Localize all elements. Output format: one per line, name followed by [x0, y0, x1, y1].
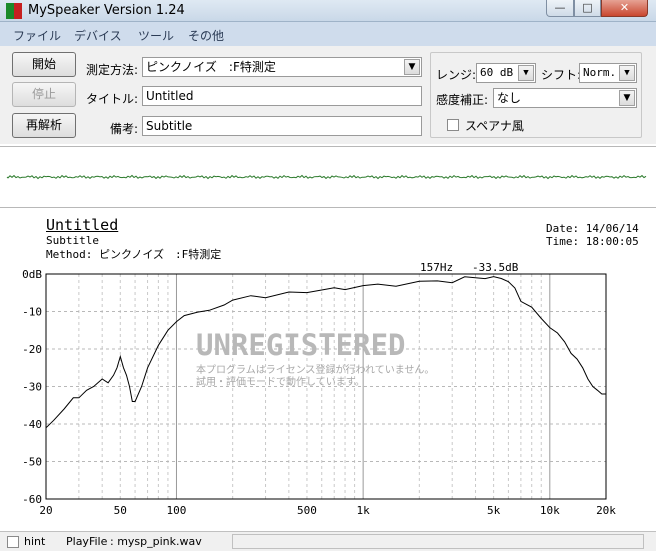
options-group: レンジ: 60 dB ▼ シフト: Norm. ▼ 感度補正: なし ▼ スペア…	[430, 52, 642, 138]
x-tick-label: 500	[297, 504, 317, 517]
method-value: ピンクノイズ :F特測定	[146, 60, 276, 74]
method-select[interactable]: ピンクノイズ :F特測定 ▼	[142, 57, 422, 77]
y-tick-label: -40	[22, 418, 42, 431]
maximize-button[interactable]: □	[574, 0, 601, 17]
note-input[interactable]: Subtitle	[142, 116, 422, 136]
method-label: 測定方法:	[85, 63, 138, 77]
range-select[interactable]: 60 dB ▼	[476, 63, 536, 83]
waveform-view	[0, 146, 656, 208]
sensitivity-label: 感度補正:	[436, 93, 489, 107]
range-value: 60 dB	[480, 66, 514, 79]
spectrum-checkbox[interactable]	[447, 119, 459, 131]
menu-bar: ファイル デバイス ツール その他	[0, 22, 656, 46]
shift-select[interactable]: Norm. ▼	[579, 63, 637, 83]
y-tick-label: 0dB	[22, 268, 42, 281]
watermark-line2: 試用・評価モードで動作しています。	[196, 377, 365, 388]
title-input[interactable]: Untitled	[142, 86, 422, 106]
y-tick-label: -50	[22, 456, 42, 469]
chevron-down-icon: ▼	[619, 65, 635, 81]
playfile-value: : mysp_pink.wav	[110, 535, 202, 548]
shift-label: シフト:	[541, 68, 582, 82]
close-button[interactable]: ✕	[601, 0, 648, 17]
title-bar: MySpeaker Version 1.24 — □ ✕	[0, 0, 656, 22]
sensitivity-value: なし	[497, 91, 522, 105]
start-button[interactable]: 開始	[12, 52, 76, 77]
watermark-title: UNREGISTERED	[196, 328, 406, 362]
stop-button[interactable]: 停止	[12, 82, 76, 107]
status-bar: hint PlayFile : mysp_pink.wav	[0, 531, 656, 551]
x-tick-label: 100	[167, 504, 187, 517]
graph-area: Untitled Subtitle Method: ピンクノイズ :F特測定 D…	[0, 210, 656, 530]
sensitivity-select[interactable]: なし ▼	[493, 88, 637, 108]
control-panel: 開始 停止 再解析 測定方法: ピンクノイズ :F特測定 ▼ タイトル: Unt…	[0, 46, 656, 144]
x-tick-label: 50	[114, 504, 127, 517]
x-tick-label: 1k	[357, 504, 371, 517]
playfile-label: PlayFile	[66, 535, 108, 548]
menu-device[interactable]: デバイス	[74, 27, 122, 44]
title-label: タイトル:	[85, 92, 138, 106]
y-tick-label: -20	[22, 343, 42, 356]
chevron-down-icon: ▼	[404, 59, 420, 75]
minimize-button[interactable]: —	[546, 0, 574, 17]
x-tick-label: 20k	[596, 504, 616, 517]
menu-tools[interactable]: ツール	[138, 27, 174, 44]
hint-label: hint	[24, 535, 46, 548]
waveform-svg	[6, 174, 647, 180]
shift-value: Norm.	[583, 66, 617, 79]
x-tick-label: 5k	[487, 504, 501, 517]
chevron-down-icon: ▼	[619, 90, 635, 106]
menu-other[interactable]: その他	[188, 27, 224, 44]
chevron-down-icon: ▼	[518, 65, 534, 81]
app-icon	[6, 3, 22, 19]
spectrum-label: スペアナ風	[465, 119, 524, 133]
hint-checkbox[interactable]	[7, 536, 19, 548]
menu-file[interactable]: ファイル	[13, 27, 61, 44]
window-title: MySpeaker Version 1.24	[28, 3, 185, 18]
note-label: 備考:	[109, 122, 138, 136]
y-tick-label: -30	[22, 381, 42, 394]
waveform-line	[6, 174, 647, 180]
x-tick-label: 20	[39, 504, 52, 517]
y-tick-label: -10	[22, 306, 42, 319]
range-label: レンジ:	[436, 68, 477, 82]
reanalyze-button[interactable]: 再解析	[12, 113, 76, 138]
status-panel	[232, 534, 644, 549]
x-tick-label: 10k	[540, 504, 560, 517]
